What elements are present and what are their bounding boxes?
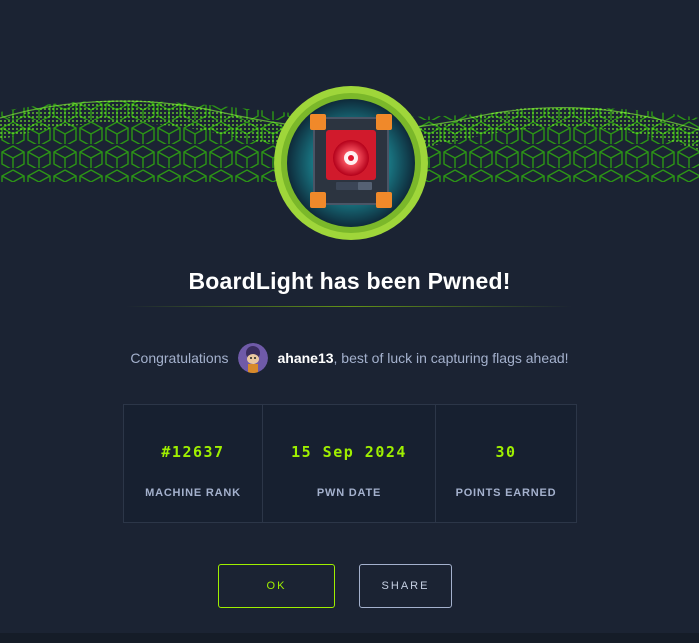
stat-value: 30 bbox=[495, 443, 517, 461]
stat-pwn-date: 15 Sep 2024 PWN DATE bbox=[263, 405, 436, 522]
congrats-prefix: Congratulations bbox=[130, 350, 229, 366]
user-avatar bbox=[238, 343, 269, 373]
title-divider bbox=[126, 306, 572, 307]
machine-board-icon bbox=[274, 86, 428, 240]
username[interactable]: ahane13 bbox=[277, 350, 333, 366]
share-button[interactable]: SHARE bbox=[359, 564, 452, 608]
congrats-suffix: , best of luck in capturing flags ahead! bbox=[333, 350, 569, 366]
stat-label: MACHINE RANK bbox=[145, 487, 241, 499]
stat-value: #12637 bbox=[161, 443, 225, 461]
stat-label: PWN DATE bbox=[316, 487, 382, 499]
stat-machine-rank: #12637 MACHINE RANK bbox=[124, 405, 263, 522]
pwned-modal: BoardLight has been Pwned! Congratulatio… bbox=[0, 0, 699, 643]
pwned-title: BoardLight has been Pwned! bbox=[188, 268, 511, 294]
congrats-message: Congratulations ahane13 , best of luck i… bbox=[0, 340, 699, 376]
bottom-strip bbox=[0, 633, 699, 643]
stat-value: 15 Sep 2024 bbox=[291, 443, 407, 461]
ok-button[interactable]: OK bbox=[218, 564, 335, 608]
stat-points-earned: 30 POINTS EARNED bbox=[436, 405, 576, 522]
stats-panel: #12637 MACHINE RANK 15 Sep 2024 PWN DATE… bbox=[123, 404, 577, 523]
stat-label: POINTS EARNED bbox=[455, 487, 557, 499]
